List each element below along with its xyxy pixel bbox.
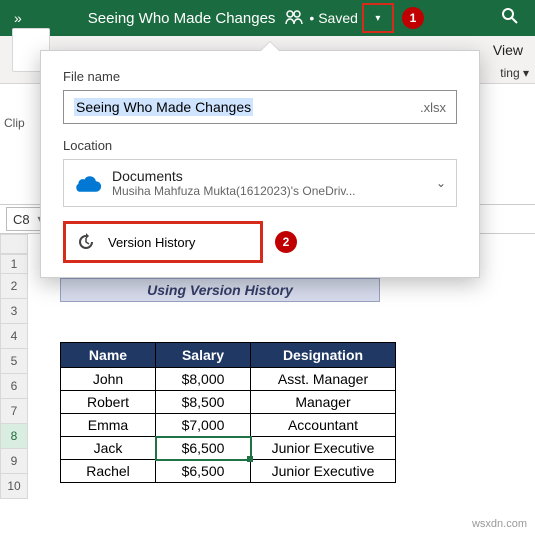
row-header[interactable]: 2 [0,274,28,299]
col-header-name[interactable]: Name [61,343,156,368]
cell[interactable]: $8,500 [156,391,251,414]
share-icon[interactable] [285,9,303,28]
cell[interactable]: Robert [61,391,156,414]
cell[interactable]: John [61,368,156,391]
location-label: Location [63,138,457,153]
cell[interactable]: Asst. Manager [251,368,396,391]
title-dropdown-popup: File name Seeing Who Made Changes .xlsx … [40,50,480,278]
location-text: Documents Musiha Mahfuza Mukta(1612023)'… [112,168,356,198]
row-header[interactable]: 1 [0,254,28,274]
cell[interactable]: Junior Executive [251,437,396,460]
table-header-row: Name Salary Designation [61,343,396,368]
row-header[interactable]: 9 [0,449,28,474]
row-header[interactable]: 4 [0,324,28,349]
filename-label: File name [63,69,457,84]
row-header[interactable]: 7 [0,399,28,424]
filename-input[interactable]: Seeing Who Made Changes .xlsx [63,90,457,124]
ribbon-button-fragment[interactable]: ting ▾ [500,66,529,80]
popup-pointer [261,42,279,51]
col-header-designation[interactable]: Designation [251,343,396,368]
name-box-value: C8 [13,212,30,227]
tab-view[interactable]: View [493,42,523,58]
location-title: Documents [112,168,356,184]
search-icon[interactable] [493,7,527,30]
cell[interactable]: Junior Executive [251,460,396,483]
select-all-corner[interactable] [0,234,28,254]
save-status: • Saved [309,10,358,26]
location-picker[interactable]: Documents Musiha Mahfuza Mukta(1612023)'… [63,159,457,207]
title-dropdown-button[interactable]: ▾ [362,3,394,33]
table-row: Rachel $6,500 Junior Executive [61,460,396,483]
row-header[interactable]: 8 [0,424,28,449]
location-subtitle: Musiha Mahfuza Mukta(1612023)'s OneDriv.… [112,184,356,198]
filename-value: Seeing Who Made Changes [74,98,253,116]
cell[interactable]: Emma [61,414,156,437]
callout-1: 1 [402,7,424,29]
clipboard-group-label: Clip [4,116,25,130]
document-title[interactable]: Seeing Who Made Changes [88,10,276,27]
file-extension: .xlsx [420,100,446,115]
watermark: wsxdn.com [472,518,527,530]
cell[interactable]: Jack [61,437,156,460]
row-header[interactable]: 3 [0,299,28,324]
callout-2: 2 [275,231,297,253]
cell[interactable]: Rachel [61,460,156,483]
active-cell[interactable]: $6,500 [156,437,251,460]
table-row: Robert $8,500 Manager [61,391,396,414]
cell[interactable]: $7,000 [156,414,251,437]
row-header[interactable]: 5 [0,349,28,374]
row-header[interactable]: 6 [0,374,28,399]
col-header-salary[interactable]: Salary [156,343,251,368]
table-row: John $8,000 Asst. Manager [61,368,396,391]
history-icon [76,232,96,252]
cell[interactable]: Accountant [251,414,396,437]
table-row: Emma $7,000 Accountant [61,414,396,437]
worksheet[interactable]: 1 2 3 4 5 6 7 8 9 10 Using Version Histo… [0,234,535,534]
version-history-button[interactable]: Version History [63,221,263,263]
onedrive-icon [74,173,102,193]
fill-handle[interactable] [247,456,253,462]
cell[interactable]: $6,500 [156,460,251,483]
section-title-cell[interactable]: Using Version History [60,278,380,302]
cell[interactable]: Manager [251,391,396,414]
table-row: Jack $6,500 Junior Executive [61,437,396,460]
data-table: Name Salary Designation John $8,000 Asst… [60,342,396,483]
overflow-button[interactable]: » [8,10,28,26]
chevron-down-icon: ⌄ [436,176,446,190]
title-bar: » Seeing Who Made Changes • Saved ▾ 1 [0,0,535,36]
version-history-label: Version History [108,235,195,250]
row-header[interactable]: 10 [0,474,28,499]
cell[interactable]: $8,000 [156,368,251,391]
